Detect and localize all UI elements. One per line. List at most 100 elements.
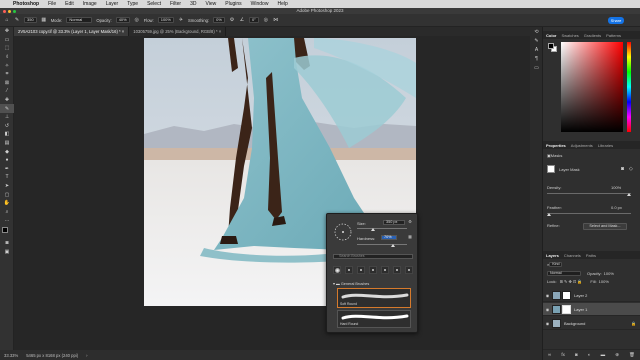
history-brush-tool-icon[interactable]: ↺ [0,122,14,131]
smoothing-field[interactable]: 0% [213,17,225,23]
layer-row-layer-1[interactable]: ◉ Layer 1 [543,303,640,316]
density-slider-thumb[interactable] [627,193,631,196]
brush-search-input[interactable]: Search Brushes [333,254,413,259]
path-select-tool-icon[interactable]: ➤ [0,182,14,191]
chevron-right-icon[interactable]: › [86,353,87,358]
brush-hard-round[interactable]: Hard Round [337,310,411,328]
eye-icon[interactable]: ◉ [543,307,552,312]
layer-name[interactable]: Background [564,321,585,326]
brush-tool-icon[interactable]: ✎ [14,17,20,23]
menu-type[interactable]: Type [127,1,138,7]
character-icon[interactable]: A [530,45,543,54]
artboard-tool-icon[interactable]: ▭ [0,36,14,45]
dodge-tool-icon[interactable]: ● [0,156,14,165]
gradient-tool-icon[interactable]: ▤ [0,139,14,148]
marquee-tool-icon[interactable]: ⬚ [0,44,14,53]
brush-size-field[interactable]: 350 px [383,220,405,225]
recent-brush-preset[interactable] [369,266,377,274]
document-info[interactable]: 5465 px x 8168 px (240 ppi) [26,353,78,358]
pixel-mask-icon[interactable]: ◙ [621,166,624,172]
clone-stamp-tool-icon[interactable]: ⊥ [0,113,14,122]
menu-filter[interactable]: Filter [170,1,181,7]
menu-window[interactable]: Window [251,1,269,7]
recent-brush-preset[interactable] [381,266,389,274]
zoom-window-button[interactable] [13,9,16,13]
quick-mask-icon[interactable]: ◙ [0,239,14,248]
brush-settings-icon[interactable]: ▦ [41,17,47,23]
recent-brush-preset[interactable] [357,266,365,274]
menu-layer[interactable]: Layer [106,1,119,7]
eyedropper-tool-icon[interactable]: ⁄ [0,87,14,96]
color-field[interactable] [561,42,623,132]
tab-patterns[interactable]: Patterns [606,33,621,38]
pressure-opacity-icon[interactable]: ◎ [134,17,140,23]
brush-settings-dock-icon[interactable]: ✎ [530,36,543,45]
adjustment-layer-icon[interactable]: ◐ [588,352,591,357]
brush-soft-round[interactable]: Soft Round [337,288,411,308]
layer-row-layer-2[interactable]: ◉ Layer 2 [543,289,640,302]
tab-layers[interactable]: Layers [546,253,559,258]
more-tools-icon[interactable]: … [0,216,14,225]
brush-size-slider[interactable] [357,228,407,229]
brush-preset-picker[interactable]: 350 [24,17,37,23]
add-mask-icon[interactable]: ◙ [575,352,578,357]
tab-document-2[interactable]: 10305759.jpg @ 25% (Background, RGB/8) *… [129,27,227,36]
paragraph-icon[interactable]: ¶ [530,54,543,63]
lock-icon[interactable]: ⊞ ✎ ✥ ⊡ 🔒 [560,279,583,284]
comments-icon[interactable]: ▭ [530,63,543,72]
home-icon[interactable]: ⌂ [4,17,10,23]
brush-panel-gear-icon[interactable]: ⚙ [407,219,413,225]
tab-document-1[interactable]: 2V5A2103 copy.tif @ 33.3% (Layer 1, Laye… [14,27,130,36]
menu-3d[interactable]: 3D [190,1,196,7]
lock-icon[interactable]: 🔒 [631,321,636,326]
healing-tool-icon[interactable]: ✚ [0,96,14,105]
recent-brush-preset[interactable] [345,266,353,274]
symmetry-icon[interactable]: ⋈ [273,17,279,23]
color-panel-foreground-swatch[interactable] [548,43,554,49]
brush-hardness-slider-thumb[interactable] [391,244,395,247]
density-slider[interactable] [547,193,631,194]
color-swatches[interactable] [0,225,13,239]
feather-slider[interactable] [547,213,631,214]
flow-field[interactable]: 100% [157,17,174,23]
brush-hardness-slider[interactable] [357,244,407,245]
hue-slider[interactable] [627,42,631,132]
feather-slider-thumb[interactable] [547,213,551,216]
layer-mask-thumbnail[interactable] [562,304,571,314]
airbrush-icon[interactable]: ✈ [178,17,184,23]
zoom-level[interactable]: 33.33% [4,353,18,358]
brush-tool-button[interactable]: ✎ [0,104,14,113]
layer-name[interactable]: Layer 2 [574,293,587,298]
frame-tool-icon[interactable]: ⊠ [0,79,14,88]
menu-plugins[interactable]: Plugins [225,1,241,7]
tab-libraries[interactable]: Libraries [598,143,613,148]
layer-kind-select[interactable]: Kind [549,262,563,267]
blur-tool-icon[interactable]: ◆ [0,147,14,156]
recent-brush-preset[interactable] [333,266,341,274]
recent-brush-preset[interactable] [393,266,401,274]
feather-value[interactable]: 0.0 px [611,205,622,210]
tab-adjustments[interactable]: Adjustments [571,143,593,148]
foreground-color-swatch[interactable] [2,226,8,233]
density-value[interactable]: 100% [611,185,621,190]
layer-name[interactable]: Layer 1 [574,307,587,312]
brush-angle-icon[interactable]: ▦ [407,234,413,240]
recent-brush-preset[interactable] [405,266,413,274]
menu-edit[interactable]: Edit [65,1,74,7]
eye-icon[interactable]: ◉ [543,293,552,298]
menu-image[interactable]: Image [83,1,97,7]
angle-field[interactable]: 0° [248,17,259,23]
quick-select-tool-icon[interactable]: ✧ [0,61,14,70]
pen-tool-icon[interactable]: ✒ [0,165,14,174]
crop-tool-icon[interactable]: ⌗ [0,70,14,79]
tab-properties[interactable]: Properties [546,143,566,148]
opacity-field[interactable]: 40% [115,17,130,23]
type-tool-icon[interactable]: T [0,173,14,182]
layer-opacity-value[interactable]: 100% [604,271,614,276]
layer-style-icon[interactable]: fx [561,352,565,357]
tab-paths[interactable]: Paths [586,253,596,258]
tab-color[interactable]: Color [546,33,556,38]
history-icon[interactable]: ⟲ [530,27,543,36]
fill-value[interactable]: 100% [599,279,609,284]
tab-gradients[interactable]: Gradients [584,33,601,38]
